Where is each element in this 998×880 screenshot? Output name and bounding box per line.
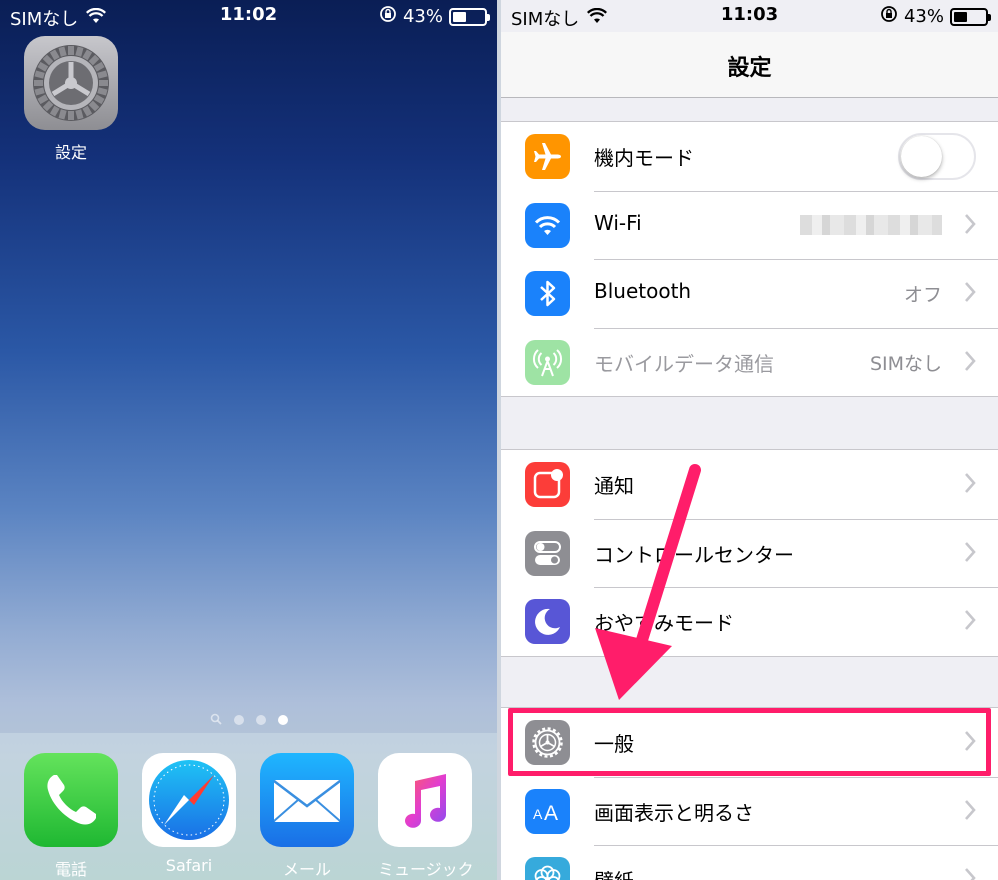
mail-envelope-icon (260, 753, 354, 847)
mail-app-label: メール (282, 860, 331, 879)
text-size-icon: AA (525, 788, 570, 834)
chevron-right-icon (964, 541, 976, 567)
settings-group-connectivity: 機内モード Wi-Fi Bluetooth オフ モバイルデータ通信 SIMなし (501, 121, 998, 398)
battery-icon (950, 7, 991, 26)
do-not-disturb-row[interactable]: おやすみモード (501, 587, 998, 656)
wifi-network-name-redacted (800, 214, 942, 235)
bluetooth-icon (525, 271, 570, 317)
cellular-antenna-icon (525, 339, 570, 385)
safari-compass-icon (142, 753, 236, 847)
do-not-disturb-label: おやすみモード (594, 611, 734, 636)
rotation-lock-icon (880, 5, 898, 28)
cellular-data-status: SIMなし (869, 352, 942, 375)
page-indicator[interactable] (0, 710, 497, 729)
status-bar: SIMなし 11:02 43% (0, 0, 497, 32)
wallpaper-label: 壁紙 (594, 865, 634, 880)
display-brightness-row[interactable]: AA 画面表示と明るさ (501, 776, 998, 846)
airplane-icon (525, 134, 570, 179)
mail-app[interactable]: メール (260, 753, 354, 880)
svg-text:A: A (544, 802, 558, 825)
phone-app[interactable]: 電話 (24, 753, 118, 880)
control-center-label: コントロールセンター (594, 542, 794, 567)
safari-app-label: Safari (165, 856, 213, 875)
spotlight-search-icon (210, 710, 222, 729)
chevron-right-icon (964, 350, 976, 376)
rotation-lock-icon (379, 5, 397, 28)
settings-gear-icon (24, 36, 118, 130)
status-bar: SIMなし 11:03 43% (501, 0, 998, 32)
page-title: 設定 (727, 56, 772, 81)
bluetooth-label: Bluetooth (594, 279, 692, 304)
toggle-knob (901, 136, 942, 177)
home-screen: SIMなし 11:02 43% 設定 電話 Safari メール ミュージック (0, 0, 497, 880)
music-app[interactable]: ミュージック (378, 753, 474, 880)
battery-icon (449, 7, 490, 26)
svg-text:A: A (533, 806, 543, 822)
general-highlight-box (508, 708, 991, 776)
battery-percent: 43% (903, 6, 944, 27)
wallpaper-flower-icon (525, 857, 570, 880)
notifications-row[interactable]: 通知 (501, 450, 998, 519)
notifications-label: 通知 (594, 474, 634, 498)
safari-app[interactable]: Safari (142, 753, 236, 875)
page-dot (255, 714, 266, 725)
display-brightness-label: 画面表示と明るさ (594, 800, 754, 825)
airplane-mode-row: 機内モード (501, 122, 998, 191)
control-center-row[interactable]: コントロールセンター (501, 518, 998, 588)
settings-app[interactable]: 設定 (24, 36, 118, 163)
phone-app-label: 電話 (54, 860, 87, 879)
battery-percent: 43% (402, 6, 443, 27)
moon-icon (525, 599, 570, 645)
settings-group-notifications: 通知 コントロールセンター おやすみモード (501, 449, 998, 657)
music-app-label: ミュージック (378, 860, 474, 879)
wallpaper-row[interactable]: 壁紙 (501, 845, 998, 880)
page-dot-active (277, 714, 288, 725)
settings-screen: SIMなし 11:03 43% 設定 機内モード Wi-Fi Bluetooth… (501, 0, 998, 880)
cellular-data-row[interactable]: モバイルデータ通信 SIMなし (501, 327, 998, 397)
music-note-icon (378, 753, 472, 847)
control-center-icon (525, 530, 570, 576)
chevron-right-icon (964, 609, 976, 635)
phone-icon (24, 753, 118, 847)
wifi-row[interactable]: Wi-Fi (501, 190, 998, 260)
cellular-data-label: モバイルデータ通信 (594, 351, 774, 376)
notifications-icon (525, 462, 570, 507)
chevron-right-icon (964, 213, 976, 239)
bluetooth-status: オフ (903, 284, 942, 307)
airplane-mode-label: 機内モード (594, 146, 694, 170)
settings-app-label: 設定 (54, 143, 87, 162)
airplane-mode-toggle[interactable] (898, 133, 976, 180)
wifi-label: Wi-Fi (594, 210, 642, 235)
navigation-bar: 設定 (501, 32, 998, 98)
chevron-right-icon (964, 867, 976, 880)
page-dot (233, 714, 244, 725)
chevron-right-icon (964, 472, 976, 498)
wifi-icon (525, 202, 570, 248)
chevron-right-icon (964, 799, 976, 825)
chevron-right-icon (964, 281, 976, 307)
bluetooth-row[interactable]: Bluetooth オフ (501, 259, 998, 328)
